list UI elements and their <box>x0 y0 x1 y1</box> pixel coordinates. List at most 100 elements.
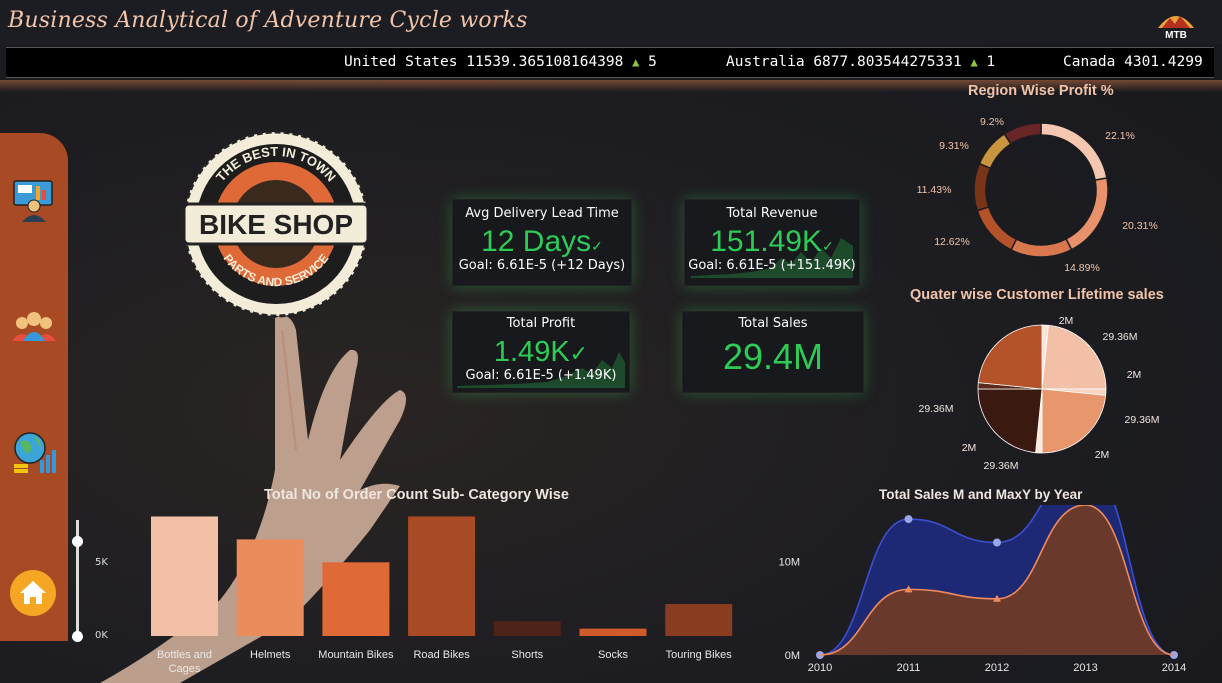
slice-label: 2M <box>1059 315 1074 327</box>
pie-slice <box>1041 324 1107 390</box>
area-chart-title: Total Sales M and MaxY by Year <box>879 487 1083 502</box>
kpi-value: 12 Days✓ <box>453 225 631 259</box>
bar <box>408 516 476 636</box>
x-tick-label: 2012 <box>985 662 1009 674</box>
kpi-card-profit[interactable]: Total Profit 1.49K✓ Goal: 6.61E-5 (+1.49… <box>452 311 630 393</box>
bar <box>151 516 218 636</box>
bar <box>579 628 647 636</box>
donut-slice <box>1065 177 1109 251</box>
kpi-value: 151.49K✓ <box>685 225 859 259</box>
kpi-label: Total Profit <box>506 316 576 331</box>
slice-label: 9.31% <box>939 140 969 152</box>
ticker-item: United States 11539.365108164398 ▲ 5 <box>344 48 657 77</box>
pie-slice <box>977 388 1043 454</box>
kpi-card-lead-time[interactable]: Avg Delivery Lead Time 12 Days✓ Goal: 6.… <box>452 199 632 286</box>
bar <box>322 562 390 636</box>
ticker-change: 1 <box>986 54 996 70</box>
kpi-goal: Goal: 6.61E-5 (+151.49K) <box>688 258 856 273</box>
donut-slice <box>1003 122 1042 145</box>
home-icon <box>20 581 46 604</box>
bar-chart-title: Total No of Order Count Sub- Category Wi… <box>264 487 569 503</box>
kpi-label: Avg Delivery Lead Time <box>465 206 619 221</box>
x-tick-label: 2013 <box>1073 662 1097 674</box>
check-icon: ✓ <box>591 238 603 254</box>
pie-chart: 2M 29.36M 2M 29.36M 2M 29.36M 2M 29.36M <box>918 315 1159 472</box>
donut-slice <box>978 132 1012 170</box>
donut-slice <box>973 162 992 212</box>
slice-label: 9.2% <box>980 116 1004 128</box>
kpi-label: Total Revenue <box>726 206 818 221</box>
kpi-label: Total Sales <box>738 316 808 331</box>
x-tick-label: 2011 <box>897 662 921 674</box>
bar-chart: Bottles and Cages Helmets Mountain Bikes Roa… <box>151 516 733 675</box>
slice-label: 14.89% <box>1064 262 1100 274</box>
kpi-goal: Goal: 6.61E-5 (+12 Days) <box>458 258 626 273</box>
kpi-value: 29.4M <box>722 336 824 377</box>
slice-label: 29.36M <box>1124 414 1159 426</box>
bike-shop-badge: THE BEST IN TOWN BIKE SHOP PARTS AND SER… <box>180 128 372 320</box>
slider-max-handle[interactable] <box>72 536 83 547</box>
bar <box>493 621 561 636</box>
data-point <box>904 515 913 524</box>
ticker-country: Canada <box>1063 54 1116 70</box>
ticker-change: 5 <box>648 54 657 70</box>
check-icon: ✓ <box>569 341 589 366</box>
slice-label: 29.36M <box>1102 331 1137 343</box>
donut-slice <box>976 205 1018 251</box>
dashboard-icon[interactable] <box>10 178 58 224</box>
slice-label: 20.31% <box>1122 220 1158 232</box>
kpi-card-revenue[interactable]: Total Revenue 151.49K✓ Goal: 6.61E-5 (+1… <box>684 199 860 286</box>
y-tick-label: 10M <box>779 556 800 568</box>
slice-label: 11.43% <box>917 184 952 196</box>
svg-text:PARTS AND SERVICE: PARTS AND SERVICE <box>221 251 332 289</box>
kpi-value: 1.49K✓ <box>453 336 629 369</box>
ticker-value: 11539.365108164398 <box>466 54 624 70</box>
up-arrow-icon: ▲ <box>970 55 978 69</box>
slice-label: 29.36M <box>918 403 953 415</box>
global-sales-icon[interactable] <box>10 430 58 476</box>
bar <box>236 539 304 636</box>
x-tick-label: 2014 <box>1162 662 1186 674</box>
logo-text: MTB <box>1165 30 1187 40</box>
x-tick-label: Road Bikes <box>413 649 470 661</box>
ticker-item: Australia 6877.803544275331 ▲ 1 <box>726 48 995 77</box>
x-tick-label: Mountain Bikes <box>318 649 394 661</box>
pie-chart-title: Quater wise Customer Lifetime sales <box>910 287 1164 303</box>
x-tick-label: Touring Bikes <box>666 649 733 661</box>
slice-label: 22.1% <box>1105 130 1135 142</box>
slice-label: 12.62% <box>934 236 970 248</box>
donut-chart: 22.1% 20.31% 14.89% 12.62% 11.43% 9.31% 9.2% <box>917 116 1158 274</box>
ticker-country: Australia <box>726 54 805 70</box>
ticker-value: 4301.4299 <box>1124 54 1203 70</box>
kpi-card-sales[interactable]: Total Sales 29.4M <box>682 311 864 393</box>
customers-icon[interactable] <box>10 305 58 351</box>
ticker-bar: United States 11539.365108164398 ▲ 5 Aus… <box>6 47 1214 78</box>
home-button[interactable] <box>10 570 56 616</box>
x-tick-label: Shorts <box>511 649 543 661</box>
area-chart: 0M 10M 2010 2011 2012 2013 2014 <box>779 505 1186 674</box>
badge-bottom-text: PARTS AND SERVICE <box>221 251 332 289</box>
x-tick-label: Bottles and Cages <box>157 649 212 675</box>
kpi-value-text: 1.49K <box>493 336 570 368</box>
pie-slice <box>1041 388 1107 454</box>
donut-slice <box>1040 122 1108 182</box>
header-bar: Business Analytical of Adventure Cycle w… <box>0 0 1222 44</box>
dashboard-root: Business Analytical of Adventure Cycle w… <box>0 0 1222 683</box>
ticker-item: Canada 4301.4299 <box>1063 48 1203 77</box>
slider-min-handle[interactable] <box>72 631 83 642</box>
slice-label: 29.36M <box>983 460 1018 472</box>
ticker-country: United States <box>344 54 458 70</box>
x-tick-label: Socks <box>598 649 628 661</box>
donut-slice <box>1010 237 1073 258</box>
mtb-logo: MTB <box>1156 8 1196 41</box>
slice-label: 2M <box>1127 369 1142 381</box>
x-tick-label: Helmets <box>250 649 291 661</box>
page-title: Business Analytical of Adventure Cycle w… <box>8 8 528 33</box>
y-tick-label: 0M <box>785 650 800 662</box>
kpi-value-text: 151.49K <box>710 225 823 258</box>
slice-label: 2M <box>962 442 977 454</box>
x-tick-label: 2010 <box>808 662 832 674</box>
ticker-value: 6877.803544275331 <box>813 54 962 70</box>
bar <box>665 604 733 636</box>
check-icon: ✓ <box>822 238 834 254</box>
